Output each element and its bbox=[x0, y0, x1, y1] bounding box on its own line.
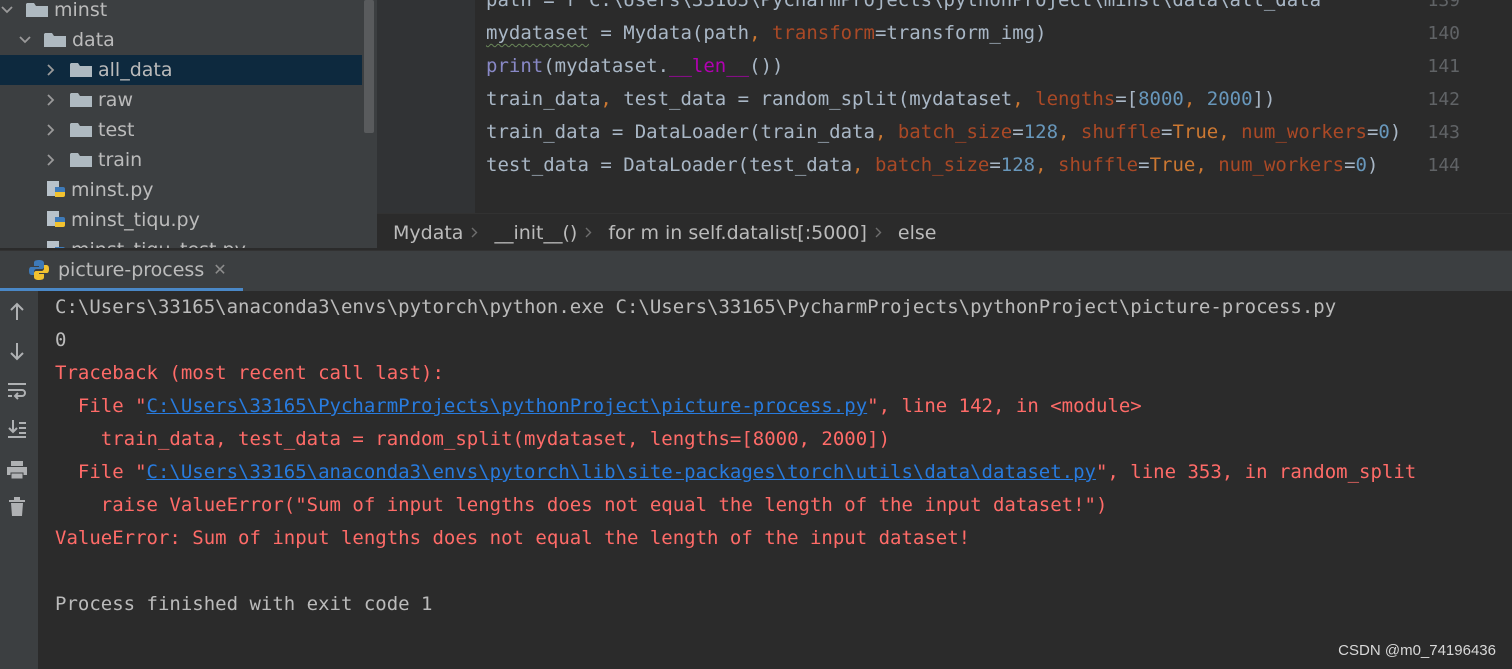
console-line: Process finished with exit code 1 bbox=[55, 593, 433, 615]
folder-icon bbox=[26, 2, 48, 18]
breadcrumb-item[interactable]: else bbox=[882, 222, 945, 244]
tree-scrollbar[interactable] bbox=[362, 0, 377, 248]
line-number: 143 bbox=[1427, 122, 1460, 143]
soft-wrap-icon[interactable] bbox=[6, 379, 28, 401]
tree-item-minst-tiqu-test-py[interactable]: minst_tiqu_test.py bbox=[0, 235, 362, 248]
code-line-text: mydataset = Mydata(path, transform=trans… bbox=[486, 22, 1047, 44]
chevron-right-icon bbox=[471, 223, 478, 242]
tree-item-label: raw bbox=[98, 89, 133, 111]
console-text: File " bbox=[55, 395, 147, 417]
line-number: 141 bbox=[1427, 56, 1460, 77]
tree-item-minst[interactable]: minst bbox=[0, 0, 362, 25]
code-line[interactable]: print(mydataset.__len__()) bbox=[486, 50, 783, 83]
code-line[interactable]: test_data = DataLoader(test_data, batch_… bbox=[486, 149, 1378, 182]
tree-item-minst-tiqu-py[interactable]: minst_tiqu.py bbox=[0, 205, 362, 235]
console-line: raise ValueError("Sum of input lengths d… bbox=[55, 494, 1108, 516]
chevron-right-icon[interactable] bbox=[44, 153, 58, 167]
run-toolbar bbox=[0, 291, 38, 669]
python-file-icon bbox=[46, 180, 66, 200]
console-output[interactable]: C:\Users\33165\anaconda3\envs\pytorch\py… bbox=[38, 291, 1512, 669]
folder-icon bbox=[70, 152, 92, 168]
code-line-text: train_data = DataLoader(train_data, batc… bbox=[486, 121, 1402, 143]
code-editor[interactable]: 139 140 141 142 143 144 path = r'C:\User… bbox=[377, 0, 1512, 213]
tree-item-raw[interactable]: raw bbox=[0, 85, 362, 115]
folder-icon bbox=[70, 122, 92, 138]
code-line-text: test_data = DataLoader(test_data, batch_… bbox=[486, 154, 1379, 176]
close-icon[interactable]: ✕ bbox=[213, 260, 226, 279]
breadcrumb-item[interactable]: Mydata bbox=[377, 222, 471, 244]
tree-item-label: data bbox=[72, 29, 115, 51]
up-arrow-icon[interactable] bbox=[6, 301, 28, 323]
console-line: ValueError: Sum of input lengths does no… bbox=[55, 527, 971, 549]
run-tool-window-header: picture-process ✕ bbox=[0, 250, 1512, 292]
tree-item-label: minst bbox=[54, 0, 108, 21]
tree-item-data[interactable]: data bbox=[0, 25, 362, 55]
project-tree-panel: minst data all_data raw test train minst… bbox=[0, 0, 377, 248]
console-line: C:\Users\33165\anaconda3\envs\pytorch\py… bbox=[55, 296, 1337, 318]
console-line: File "C:\Users\33165\PycharmProjects\pyt… bbox=[55, 390, 1142, 423]
code-line[interactable]: train_data, test_data = random_split(myd… bbox=[486, 83, 1275, 116]
code-line[interactable]: train_data = DataLoader(train_data, batc… bbox=[486, 116, 1401, 149]
console-line: 0 bbox=[55, 329, 67, 351]
tree-item-label: all_data bbox=[98, 59, 173, 81]
tree-item-label: minst.py bbox=[71, 179, 154, 201]
breadcrumb-item[interactable]: for m in self.datalist[:5000] bbox=[592, 222, 875, 244]
tree-item-label: minst_tiqu_test.py bbox=[71, 239, 246, 248]
tab-picture-process[interactable]: picture-process ✕ bbox=[0, 251, 243, 291]
code-line-text: path = r'C:\Users\33165\PycharmProjects\… bbox=[486, 0, 1333, 11]
code-line-text: train_data, test_data = random_split(myd… bbox=[486, 88, 1276, 110]
tree-item-train[interactable]: train bbox=[0, 145, 362, 175]
python-icon bbox=[28, 259, 50, 281]
tab-label: picture-process bbox=[58, 258, 205, 281]
code-line[interactable]: path = r'C:\Users\33165\PycharmProjects\… bbox=[486, 0, 1332, 17]
console-text: File " bbox=[55, 461, 147, 483]
console-line: File "C:\Users\33165\anaconda3\envs\pyto… bbox=[55, 456, 1416, 489]
console-text: ", line 353, in random_split bbox=[1095, 461, 1417, 483]
python-file-icon bbox=[46, 240, 66, 248]
python-file-icon bbox=[46, 210, 66, 230]
trash-icon[interactable] bbox=[6, 496, 28, 518]
breadcrumb-item[interactable]: __init__() bbox=[478, 222, 585, 244]
folder-icon bbox=[70, 92, 92, 108]
chevron-right-icon[interactable] bbox=[44, 63, 58, 77]
chevron-right-icon[interactable] bbox=[44, 123, 58, 137]
folder-icon bbox=[70, 62, 92, 78]
breadcrumb: Mydata __init__() for m in self.datalist… bbox=[377, 213, 1512, 251]
tree-item-label: minst_tiqu.py bbox=[71, 209, 200, 231]
line-number-gutter bbox=[377, 0, 475, 213]
tree-item-label: test bbox=[98, 119, 135, 141]
chevron-right-icon bbox=[585, 223, 592, 242]
line-number: 142 bbox=[1427, 89, 1460, 110]
down-arrow-icon[interactable] bbox=[6, 340, 28, 362]
file-link[interactable]: C:\Users\33165\anaconda3\envs\pytorch\li… bbox=[147, 461, 1096, 483]
code-line-text: print(mydataset.__len__()) bbox=[486, 55, 784, 77]
line-number: 144 bbox=[1427, 155, 1460, 176]
tree-item-test[interactable]: test bbox=[0, 115, 362, 145]
line-number: 140 bbox=[1427, 23, 1460, 44]
console-text: ", line 142, in <module> bbox=[867, 395, 1142, 417]
chevron-right-icon[interactable] bbox=[44, 93, 58, 107]
console-line: Traceback (most recent call last): bbox=[55, 362, 444, 384]
tree-item-label: train bbox=[98, 149, 143, 171]
chevron-down-icon[interactable] bbox=[18, 33, 32, 47]
scrollbar-thumb[interactable] bbox=[364, 0, 374, 133]
scroll-to-end-icon[interactable] bbox=[6, 418, 28, 440]
watermark: CSDN @m0_74196436 bbox=[1338, 642, 1496, 659]
console-line: train_data, test_data = random_split(myd… bbox=[55, 428, 891, 450]
tree-item-minst-py[interactable]: minst.py bbox=[0, 175, 362, 205]
folder-icon bbox=[44, 32, 66, 48]
code-line[interactable]: mydataset = Mydata(path, transform=trans… bbox=[486, 17, 1047, 50]
print-icon[interactable] bbox=[6, 459, 28, 481]
chevron-down-icon[interactable] bbox=[0, 3, 14, 17]
file-link[interactable]: C:\Users\33165\PycharmProjects\pythonPro… bbox=[147, 395, 868, 417]
line-number: 139 bbox=[1427, 0, 1460, 11]
tree-item-all-data[interactable]: all_data bbox=[0, 55, 362, 85]
chevron-right-icon bbox=[875, 223, 882, 242]
